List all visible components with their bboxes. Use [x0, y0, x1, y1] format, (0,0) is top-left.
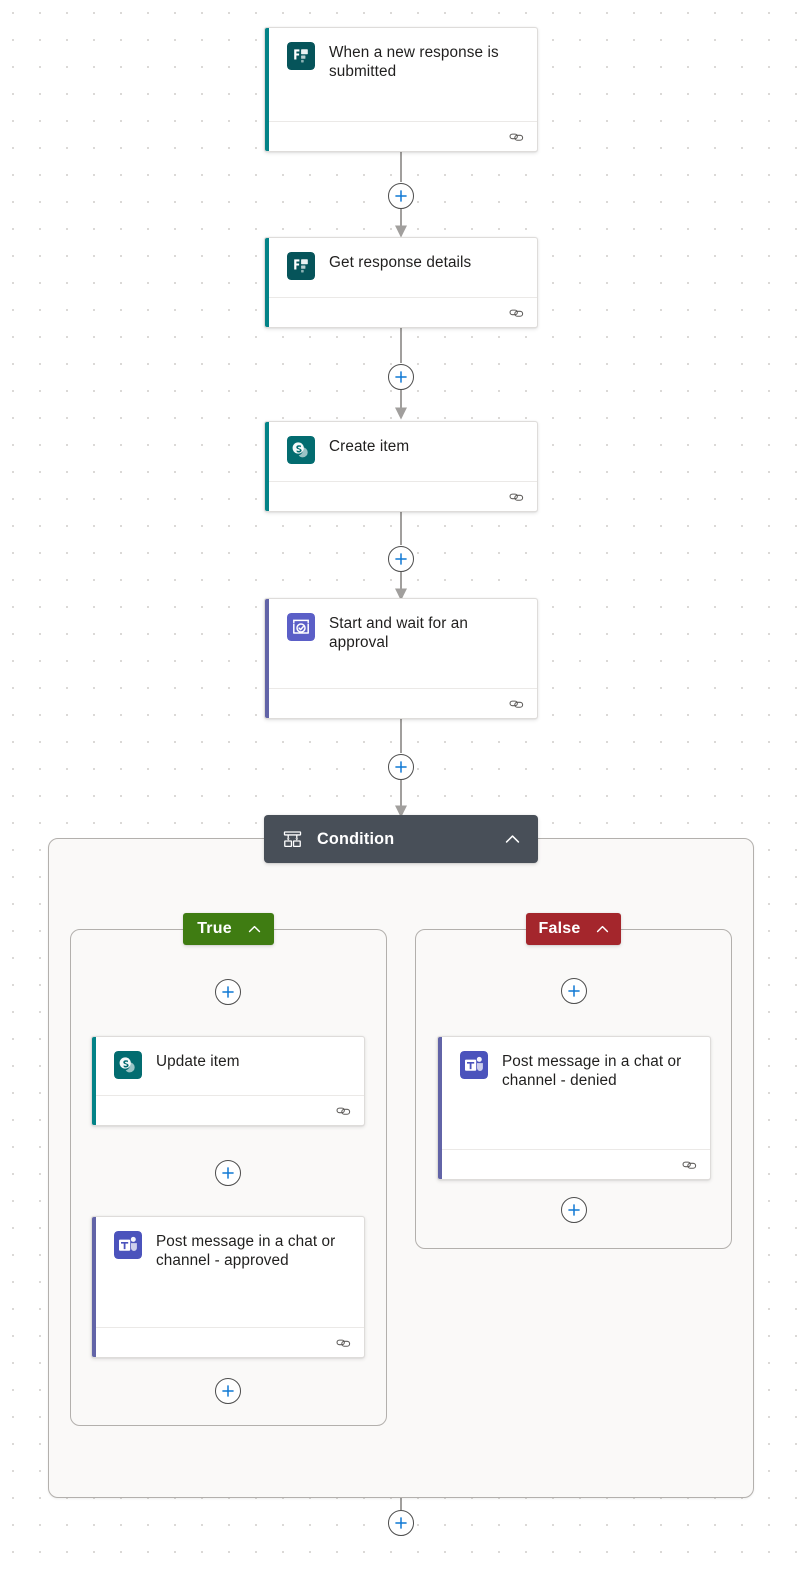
node-create-item[interactable]: Create item [264, 421, 538, 512]
node-header: Start and wait for an approval [265, 599, 537, 666]
add-step-after-get-response-button[interactable] [388, 364, 414, 390]
link-icon[interactable] [681, 1156, 698, 1173]
node-footer [96, 1095, 364, 1125]
approvals-icon [287, 613, 315, 641]
add-step-false-branch-first-button[interactable] [561, 978, 587, 1004]
chevron-up-icon[interactable] [594, 921, 611, 938]
plus-icon [568, 985, 580, 997]
microsoft-teams-icon [460, 1051, 488, 1079]
link-icon[interactable] [335, 1102, 352, 1119]
plus-icon [222, 1385, 234, 1397]
link-icon[interactable] [508, 304, 525, 321]
plus-icon [395, 761, 407, 773]
chevron-up-icon[interactable] [503, 830, 522, 849]
link-icon[interactable] [335, 1334, 352, 1351]
link-icon[interactable] [508, 488, 525, 505]
add-step-after-create-item-button[interactable] [388, 546, 414, 572]
add-step-after-approval-button[interactable] [388, 754, 414, 780]
plus-icon [222, 1167, 234, 1179]
branch-true-label: True [197, 920, 232, 937]
node-title: When a new response is submitted [329, 44, 499, 81]
node-header: Post message in a chat or channel - appr… [92, 1217, 364, 1284]
node-get-response-details[interactable]: Get response details [264, 237, 538, 328]
node-header: Post message in a chat or channel - deni… [438, 1037, 710, 1104]
node-title: Update item [156, 1053, 240, 1070]
node-footer [96, 1327, 364, 1357]
node-post-message-denied[interactable]: Post message in a chat or channel - deni… [437, 1036, 711, 1180]
add-step-true-branch-first-button[interactable] [215, 979, 241, 1005]
flow-designer-canvas[interactable]: When a new response is submitted Get res… [0, 0, 800, 1569]
link-icon[interactable] [508, 695, 525, 712]
node-title: Create item [329, 438, 410, 455]
plus-icon [395, 371, 407, 383]
node-title: Start and wait for an approval [329, 615, 468, 652]
add-step-true-branch-end-button[interactable] [215, 1378, 241, 1404]
node-update-item[interactable]: Update item [91, 1036, 365, 1126]
node-footer [269, 481, 537, 511]
node-header: Get response details [265, 238, 537, 302]
branch-label-true[interactable]: True [183, 913, 274, 945]
chevron-up-icon[interactable] [246, 921, 263, 938]
add-step-after-trigger-button[interactable] [388, 183, 414, 209]
add-step-after-condition-button[interactable] [388, 1510, 414, 1536]
node-footer [269, 121, 537, 151]
sharepoint-icon [114, 1051, 142, 1079]
microsoft-teams-icon [114, 1231, 142, 1259]
plus-icon [222, 986, 234, 998]
plus-icon [395, 553, 407, 565]
node-footer [269, 297, 537, 327]
node-when-a-new-response-is-submitted[interactable]: When a new response is submitted [264, 27, 538, 152]
sharepoint-icon [287, 436, 315, 464]
node-header: Create item [265, 422, 537, 486]
condition-branch-icon [283, 830, 302, 847]
microsoft-forms-icon [287, 42, 315, 70]
node-post-message-approved[interactable]: Post message in a chat or channel - appr… [91, 1216, 365, 1358]
add-step-false-branch-end-button[interactable] [561, 1197, 587, 1223]
node-title: Post message in a chat or channel - deni… [502, 1053, 682, 1090]
node-header: When a new response is submitted [265, 28, 537, 95]
plus-icon [395, 190, 407, 202]
branch-false-label: False [538, 920, 581, 937]
node-header: Update item [92, 1037, 364, 1101]
node-footer [269, 688, 537, 718]
node-start-and-wait-for-an-approval[interactable]: Start and wait for an approval [264, 598, 538, 719]
microsoft-forms-icon [287, 252, 315, 280]
plus-icon [395, 1517, 407, 1529]
node-title: Get response details [329, 254, 472, 271]
condition-title: Condition [317, 829, 395, 848]
add-step-true-branch-second-button[interactable] [215, 1160, 241, 1186]
node-footer [442, 1149, 710, 1179]
link-icon[interactable] [508, 128, 525, 145]
branch-label-false[interactable]: False [526, 913, 621, 945]
node-condition-header[interactable]: Condition [264, 815, 538, 863]
plus-icon [568, 1204, 580, 1216]
node-title: Post message in a chat or channel - appr… [156, 1233, 336, 1270]
